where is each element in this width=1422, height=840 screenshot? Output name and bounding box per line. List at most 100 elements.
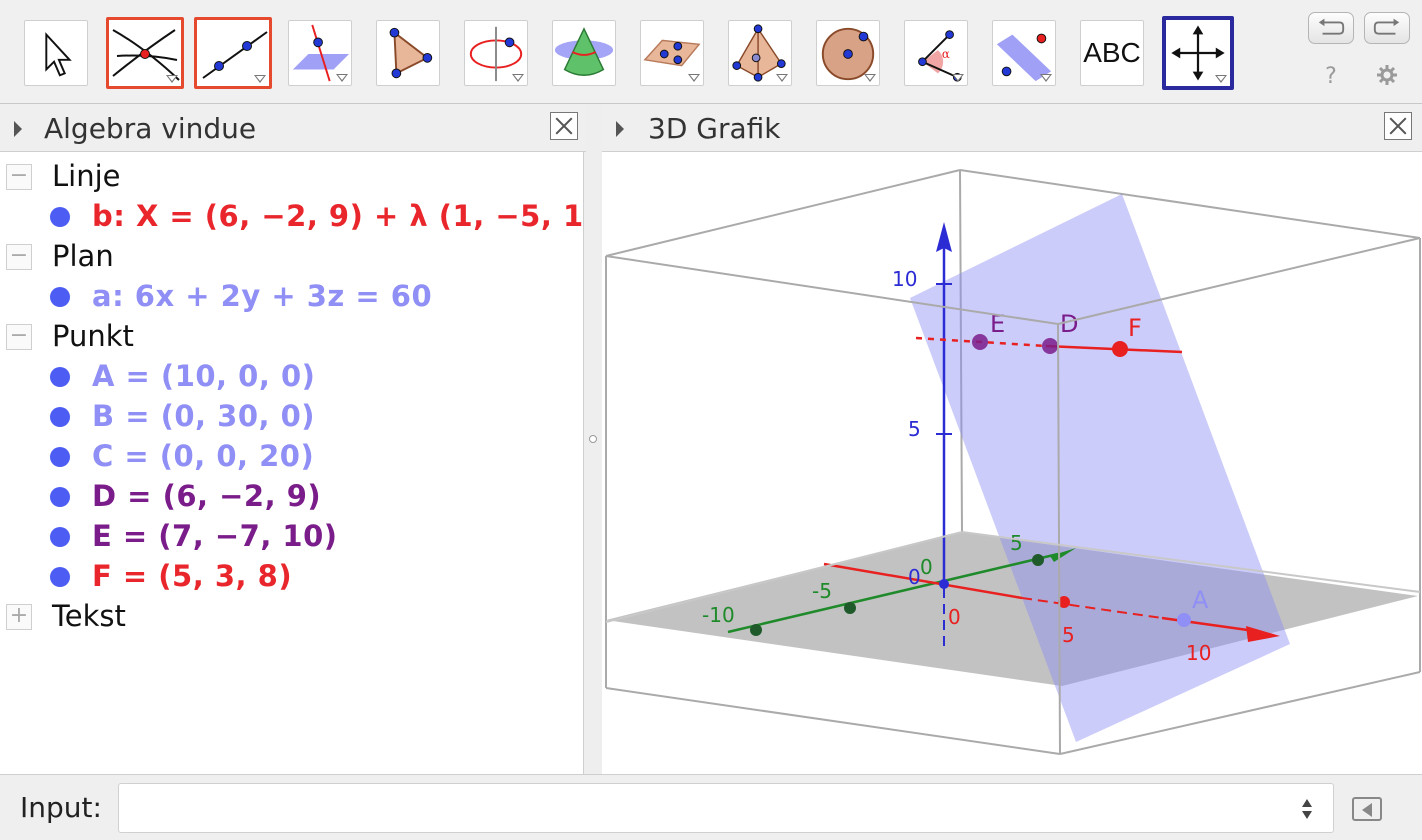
graphics-panel-header: 3D Grafik: [602, 104, 1422, 152]
z-tick-label: 10: [892, 267, 917, 291]
pyramid-tool-button[interactable]: [728, 20, 792, 86]
algebra-item-text[interactable]: E = (7, −7, 10): [92, 516, 338, 556]
panel-expand-arrow-icon[interactable]: [14, 121, 22, 137]
dropdown-triangle-icon: [166, 75, 178, 83]
point-label-D: D: [1060, 310, 1078, 338]
algebra-item-text[interactable]: C = (0, 0, 20): [92, 436, 314, 476]
gear-icon[interactable]: [1376, 64, 1398, 90]
polygon-tool-button[interactable]: [376, 20, 440, 86]
point-label-A: A: [1192, 586, 1209, 614]
graphics-3d-canvas[interactable]: 10 5 -10 -5 0 5 0 5 10 0 E D F A: [602, 152, 1422, 774]
algebra-item-point-F[interactable]: F = (5, 3, 8): [0, 556, 580, 596]
algebra-panel-header: Algebra vindue: [0, 104, 586, 152]
redo-icon: [1373, 18, 1400, 35]
plane-tool-button[interactable]: [640, 20, 704, 86]
text-tool-label: ABC: [1083, 37, 1141, 68]
y-tick-point: [750, 624, 762, 636]
visibility-dot-icon[interactable]: [50, 407, 70, 427]
algebra-item-b[interactable]: b: X = (6, −2, 9) + λ (1, −5, 1): [0, 196, 597, 236]
x-tick-label: 5: [1062, 623, 1075, 647]
point-A[interactable]: [1177, 613, 1191, 627]
svg-text:α: α: [942, 47, 950, 61]
circle-axis-tool-button[interactable]: [464, 20, 528, 86]
visibility-dot-icon[interactable]: [50, 487, 70, 507]
algebra-item-text[interactable]: D = (6, −2, 9): [92, 476, 321, 516]
y-tick-label: 0: [920, 555, 933, 579]
toolbar: α ABC ?: [0, 0, 1422, 104]
y-tick-label: 5: [1010, 531, 1023, 555]
input-bar: Input:: [0, 774, 1422, 840]
redo-button[interactable]: [1364, 12, 1410, 44]
dropdown-triangle-icon: [688, 74, 700, 82]
algebra-item-text[interactable]: B = (0, 30, 0): [92, 396, 315, 436]
dropdown-triangle-icon: [254, 75, 266, 83]
category-label: Tekst: [52, 599, 126, 633]
algebra-item-point-A[interactable]: A = (10, 0, 0): [0, 356, 580, 396]
divider-handle[interactable]: [589, 435, 597, 443]
help-icon[interactable]: ?: [1320, 64, 1342, 90]
algebra-item-point-C[interactable]: C = (0, 0, 20): [0, 436, 580, 476]
origin-label: 0: [908, 565, 921, 589]
input-history-spinner-icon[interactable]: [1300, 795, 1314, 823]
move-tool-button[interactable]: [24, 20, 88, 86]
category-label: Plan: [52, 239, 114, 273]
y-tick-label: -5: [812, 579, 832, 603]
y-tick-point: [844, 602, 856, 614]
panel-divider[interactable]: [584, 152, 602, 774]
visibility-dot-icon[interactable]: [50, 447, 70, 467]
x-tick-label: 10: [1186, 641, 1211, 665]
graphics-panel-title: 3D Grafik: [648, 112, 781, 145]
algebra-item-text[interactable]: A = (10, 0, 0): [92, 356, 315, 396]
move-graphics-tool-button[interactable]: [1162, 16, 1234, 90]
visibility-dot-icon[interactable]: [50, 527, 70, 547]
cone-tool-button[interactable]: [552, 20, 616, 86]
cone-icon: [554, 27, 614, 77]
intersect-tool-button[interactable]: [106, 17, 184, 89]
point-E[interactable]: [972, 334, 988, 350]
text-tool-button[interactable]: ABC: [1080, 20, 1144, 86]
graphics-close-icon[interactable]: [1384, 112, 1412, 140]
visibility-dot-icon[interactable]: [50, 367, 70, 387]
collapse-toggle[interactable]: −: [6, 244, 32, 270]
category-label: Punkt: [52, 319, 134, 353]
undo-button[interactable]: [1308, 12, 1354, 44]
panel-expand-arrow-icon[interactable]: [616, 121, 624, 137]
dropdown-triangle-icon: [512, 74, 524, 82]
collapse-toggle[interactable]: −: [6, 324, 32, 350]
algebra-item-point-E[interactable]: E = (7, −7, 10): [0, 516, 580, 556]
line-tool-button[interactable]: [194, 17, 272, 89]
keyboard-toggle-icon[interactable]: [1352, 797, 1382, 821]
collapse-toggle[interactable]: −: [6, 164, 32, 190]
visibility-dot-icon[interactable]: [50, 567, 70, 587]
graphics-3d-view[interactable]: 10 5 -10 -5 0 5 0 5 10 0 E D F A: [602, 152, 1422, 774]
category-row-plan: − Plan: [0, 236, 580, 276]
expand-toggle[interactable]: +: [6, 604, 32, 630]
algebra-close-icon[interactable]: [550, 112, 578, 140]
y-tick-point: [1032, 554, 1044, 566]
category-row-linje: − Linje: [0, 156, 580, 196]
dropdown-triangle-icon: [1215, 75, 1227, 83]
algebra-view: − Linje b: X = (6, −2, 9) + λ (1, −5, 1)…: [0, 152, 597, 774]
algebra-item-a[interactable]: a: 6x + 2y + 3z = 60: [0, 276, 580, 316]
sphere-tool-button[interactable]: [816, 20, 880, 86]
reflect-tool-button[interactable]: [992, 20, 1056, 86]
algebra-item-point-B[interactable]: B = (0, 30, 0): [0, 396, 580, 436]
input-field[interactable]: [118, 783, 1334, 833]
z-axis-arrow-icon: [936, 222, 952, 252]
algebra-item-point-D[interactable]: D = (6, −2, 9): [0, 476, 580, 516]
category-label: Linje: [52, 159, 121, 193]
algebra-item-text[interactable]: F = (5, 3, 8): [92, 556, 292, 596]
angle-tool-button[interactable]: α: [904, 20, 968, 86]
input-label: Input:: [20, 791, 102, 824]
visibility-dot-icon[interactable]: [50, 287, 70, 307]
category-row-punkt: − Punkt: [0, 316, 580, 356]
perpendicular-line-tool-button[interactable]: [288, 20, 352, 86]
algebra-item-text[interactable]: a: 6x + 2y + 3z = 60: [92, 276, 432, 316]
dropdown-triangle-icon: [336, 74, 348, 82]
point-F[interactable]: [1112, 341, 1128, 357]
y-tick-label: -10: [702, 603, 735, 627]
point-D[interactable]: [1042, 338, 1058, 354]
algebra-item-text[interactable]: b: X = (6, −2, 9) + λ (1, −5, 1): [92, 196, 597, 236]
origin-point: [939, 579, 949, 589]
visibility-dot-icon[interactable]: [50, 207, 70, 227]
